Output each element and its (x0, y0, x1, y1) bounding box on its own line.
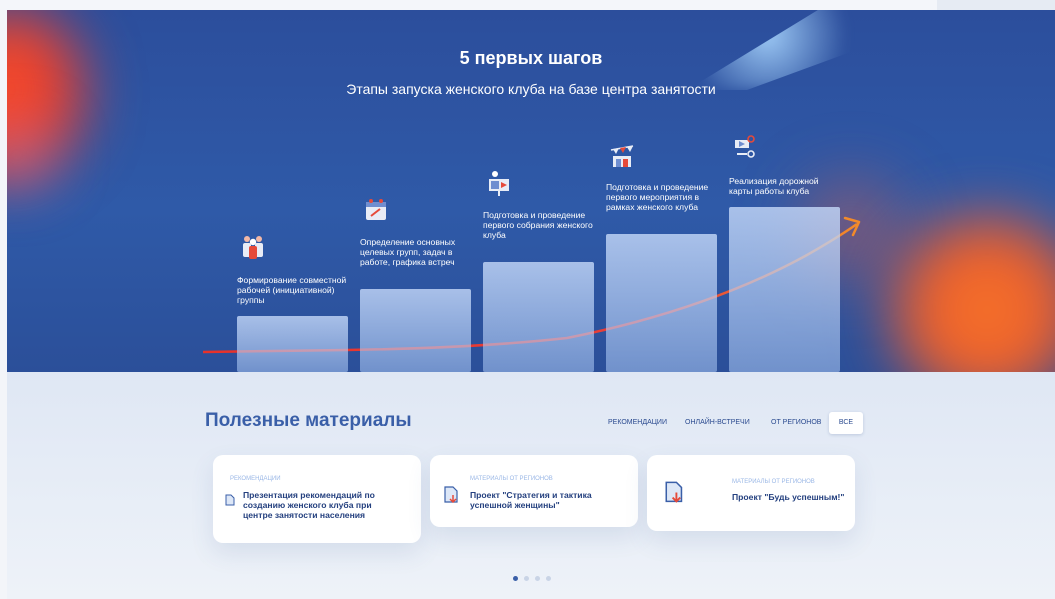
steps-hero: 5 первых шагов Этапы запуска женского кл… (7, 10, 1055, 372)
step-label-3: Подготовка и проведение первого собрания… (483, 210, 593, 240)
card-title: Проект "Будь успешным!" (732, 492, 845, 502)
calendar-icon (366, 199, 386, 220)
material-card-3[interactable]: МАТЕРИАЛЫ ОТ РЕГИОНОВ Проект "Будь успеш… (647, 455, 855, 531)
filter-all[interactable]: ВСЕ (829, 412, 863, 434)
pager-dot-4[interactable] (546, 576, 551, 581)
materials-title: Полезные материалы (205, 410, 412, 431)
pager-dot-2[interactable] (524, 576, 529, 581)
step-bar-3 (483, 262, 594, 372)
useful-materials-section: Полезные материалы РЕКОМЕНДАЦИИ ОНЛАЙН-В… (7, 372, 1055, 599)
step-bar-1 (237, 316, 348, 372)
filter-recommendations[interactable]: РЕКОМЕНДАЦИИ (608, 412, 667, 434)
step-label-2: Определение основных целевых групп, зада… (360, 237, 456, 267)
team-icon (243, 236, 263, 259)
card-category: МАТЕРИАЛЫ ОТ РЕГИОНОВ (732, 479, 815, 485)
event-icon (610, 145, 634, 167)
pager-dot-1[interactable] (513, 576, 518, 581)
material-card-1[interactable]: РЕКОМЕНДАЦИИ Презентация рекомендаций по… (213, 455, 421, 543)
top-strip (0, 0, 1055, 10)
document-download-icon (444, 486, 458, 504)
roadmap-icon (735, 135, 755, 158)
step-bar-4 (606, 234, 717, 372)
step-bar-5 (729, 207, 840, 372)
material-card-2[interactable]: МАТЕРИАЛЫ ОТ РЕГИОНОВ Проект "Стратегия … (430, 455, 638, 527)
step-label-5: Реализация дорожной карты работы клуба (729, 176, 819, 196)
card-title: Проект "Стратегия и тактика успешной жен… (470, 490, 592, 510)
filter-online-meetings[interactable]: ОНЛАЙН-ВСТРЕЧИ (685, 412, 750, 434)
left-edge (0, 10, 7, 599)
step-bar-2 (360, 289, 471, 372)
step-label-4: Подготовка и проведение первого мероприя… (606, 182, 709, 212)
document-download-icon (665, 481, 683, 503)
presentation-icon (489, 171, 509, 196)
card-title: Презентация рекомендаций по созданию жен… (243, 490, 375, 520)
filter-from-regions[interactable]: ОТ РЕГИОНОВ (771, 412, 821, 434)
card-category: МАТЕРИАЛЫ ОТ РЕГИОНОВ (470, 476, 553, 482)
step-label-1: Формирование совместной рабочей (инициат… (237, 275, 347, 305)
top-strip-tab (937, 0, 1055, 10)
pager-dot-3[interactable] (535, 576, 540, 581)
document-icon (225, 494, 235, 506)
card-category: РЕКОМЕНДАЦИИ (230, 476, 281, 482)
